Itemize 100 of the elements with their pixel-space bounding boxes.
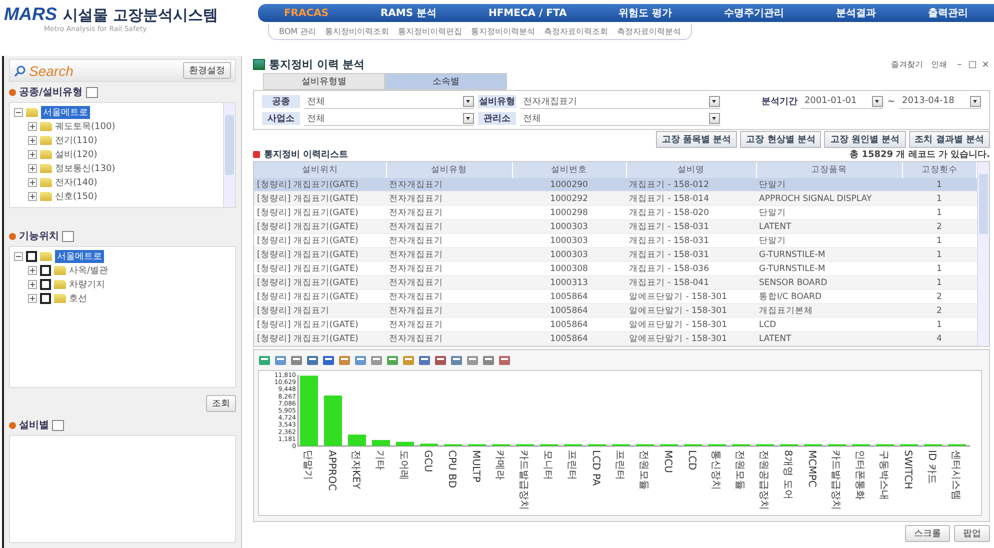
folder-icon [54, 266, 66, 274]
toolbar-icon[interactable] [370, 354, 383, 366]
x-tick-label: MCMPC [806, 450, 817, 488]
tab[interactable]: 설비유형별 [263, 73, 385, 90]
filter-dropdown[interactable]: 전자개집표기 [520, 94, 720, 108]
scrollbar[interactable] [223, 103, 235, 207]
top-link[interactable]: 인쇄 [931, 59, 947, 70]
toolbar-icon[interactable] [450, 354, 463, 366]
analysis-button[interactable]: 고장 품목별 분석 [656, 131, 738, 148]
x-tick-label: GCU [422, 450, 433, 472]
window-control[interactable]: – [955, 60, 964, 70]
checkbox[interactable] [26, 250, 37, 262]
filter-dropdown[interactable]: 전체 [520, 112, 720, 126]
expand-icon[interactable] [28, 122, 37, 130]
column-header[interactable]: 설비위치 [254, 162, 386, 178]
expand-icon[interactable] [28, 280, 37, 288]
tree-item[interactable]: 전기(110) [55, 134, 98, 146]
expand-icon[interactable] [28, 150, 37, 158]
table-row[interactable]: [청량리] 개집표기(GATE) 전자개집표기 1000303 개집표기 - 158-031 G-TURNSTILE-M 1 [254, 248, 976, 262]
nav-item[interactable]: 분석결과 [836, 6, 876, 20]
nav-item[interactable]: 출력관리 [928, 6, 968, 20]
window-control[interactable]: □ [968, 60, 977, 70]
filter-dropdown[interactable]: 전체 [304, 94, 474, 108]
tree-item[interactable]: 사옥/별관 [69, 264, 108, 276]
checkbox[interactable] [40, 264, 51, 276]
table-row[interactable]: [청량리] 개집표기 전자개집표기 1005864 알에프단말기 - 158-301 개집표기본체 2 [254, 304, 976, 318]
expand-icon[interactable] [28, 164, 37, 172]
folder-icon [26, 108, 38, 116]
analysis-button[interactable]: 고장 현상별 분석 [740, 131, 822, 148]
nav-item[interactable]: RAMS 분석 [380, 6, 437, 20]
table-row[interactable]: [청량리] 개집표기(GATE) 전자개집표기 1000303 개집표기 - 158-031 LATENT 2 [254, 220, 976, 234]
tree-item[interactable]: 정보통신(130) [55, 162, 116, 174]
footer-button[interactable]: 팝업 [954, 525, 990, 542]
toolbar-icon[interactable] [290, 354, 303, 366]
scrollbar[interactable] [977, 162, 989, 346]
table-row[interactable]: [청량리] 개집표기(GATE) 전자개집표기 1000313 개집표기 - 158-041 SENSOR BOARD 1 [254, 276, 976, 290]
collapse-icon[interactable] [14, 108, 23, 116]
checkbox[interactable] [40, 278, 51, 290]
checkbox[interactable] [62, 230, 74, 242]
nav-item[interactable]: 수명주기관리 [724, 6, 784, 20]
table-row[interactable]: [청량리] 개집표기(GATE) 전자개집표기 1005864 알에프단말기 - 158-301 LATENT 4 [254, 332, 976, 346]
column-header[interactable]: 고장품목 [756, 162, 902, 178]
tree-item[interactable]: 서울메트로 [41, 106, 90, 118]
sub-nav-item[interactable]: 통지정비이력분석 [471, 26, 536, 37]
top-link[interactable]: 즐겨찾기 [891, 59, 923, 70]
filter-dropdown[interactable]: 전체 [304, 112, 474, 126]
checkbox[interactable] [52, 420, 64, 430]
toolbar-icon[interactable] [306, 354, 319, 366]
toolbar-icon[interactable] [418, 354, 431, 366]
tree-item[interactable]: 신호(150) [55, 190, 98, 202]
table-cell: [청량리] 개집표기(GATE) [254, 220, 386, 234]
expand-icon[interactable] [28, 178, 37, 186]
toolbar-icon[interactable] [386, 354, 399, 366]
toolbar-icon[interactable] [434, 354, 447, 366]
sub-nav-item[interactable]: 통지정비이력조회 [325, 26, 390, 37]
table-row[interactable]: [청량리] 개집표기(GATE) 전자개집표기 1000292 개집표기 - 158-014 APPROCH SIGNAL DISPLAY 1 [254, 192, 976, 206]
nav-item[interactable]: 위험도 평가 [618, 6, 672, 20]
analysis-button[interactable]: 조치 결과별 분석 [908, 131, 990, 148]
expand-icon[interactable] [28, 266, 37, 274]
tree-item[interactable]: 궤도토목(100) [55, 120, 116, 132]
tree-item[interactable]: 호선 [69, 292, 87, 304]
toolbar-icon[interactable] [354, 354, 367, 366]
tree-item[interactable]: 서울메트로 [55, 250, 104, 262]
settings-button[interactable]: 환경설정 [183, 62, 231, 79]
nav-item[interactable]: HFMECA / FTA [488, 8, 567, 18]
column-header[interactable]: 고장횟수 [902, 162, 976, 178]
toolbar-icon[interactable] [498, 354, 511, 366]
tab[interactable]: 소속별 [385, 73, 507, 90]
section-title: 기능위치 [19, 230, 59, 243]
sub-nav-item[interactable]: 측정자료이력조회 [544, 26, 608, 37]
column-header[interactable]: 설비번호 [512, 162, 626, 178]
date-dropdown[interactable]: 2013-04-18 [899, 94, 981, 108]
sub-nav-item[interactable]: 통지정비이력편집 [398, 26, 462, 37]
checkbox[interactable] [40, 292, 51, 304]
toolbar-icon[interactable] [322, 354, 335, 366]
tree-item[interactable]: 전자(140) [55, 176, 98, 188]
expand-icon[interactable] [28, 192, 37, 200]
window-control[interactable]: × [981, 60, 990, 70]
toolbar-icon[interactable] [402, 354, 415, 366]
column-header[interactable]: 설비명 [626, 162, 756, 178]
tree-item[interactable]: 차량기지 [69, 278, 105, 290]
tree-item[interactable]: 설비(120) [55, 148, 98, 160]
toolbar-icon[interactable] [338, 354, 351, 366]
query-button[interactable]: 조회 [206, 395, 236, 412]
table-row[interactable]: [청량리] 개집표기(GATE) 전자개집표기 1000290 개집표기 - 158-012 단말기 1 [254, 178, 976, 192]
toolbar-icon[interactable] [482, 354, 495, 366]
sub-nav-item[interactable]: BOM 관리 [279, 26, 316, 37]
toolbar-icon[interactable] [466, 354, 479, 366]
collapse-icon[interactable] [14, 252, 23, 260]
toolbar-icon[interactable] [258, 354, 271, 366]
expand-icon[interactable] [28, 294, 37, 302]
footer-button[interactable]: 스크롤 [905, 525, 950, 542]
date-dropdown[interactable]: 2001-01-01 [801, 94, 884, 108]
table-cell: 알에프단말기 - 158-301 [626, 332, 756, 346]
column-header[interactable]: 설비유형 [386, 162, 512, 178]
sub-nav-item[interactable]: 측정자료이력분석 [617, 26, 682, 37]
checkbox[interactable] [86, 86, 98, 98]
toolbar-icon[interactable] [274, 354, 287, 366]
expand-icon[interactable] [28, 136, 37, 144]
analysis-button[interactable]: 고장 원인별 분석 [824, 131, 906, 148]
